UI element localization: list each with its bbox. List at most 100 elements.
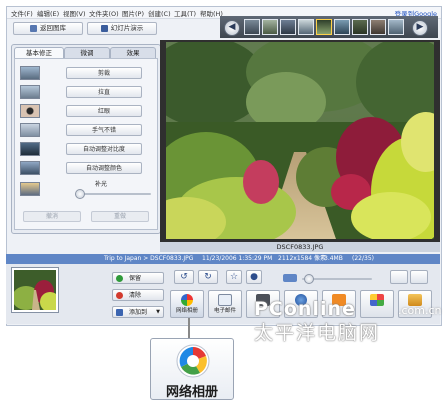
fill-light-label: 补光 xyxy=(95,181,108,188)
email-label: 电子邮件 xyxy=(213,308,236,314)
play-icon xyxy=(100,24,108,32)
rotate-left-button[interactable]: ↺ xyxy=(174,270,194,284)
photo-tray: 保留 清除 添加到 ▼ ↺ ↻ ☆ ● 网络相册 电子邮件 xyxy=(6,264,440,324)
web-album-callout: 网络相册 xyxy=(150,338,234,400)
clear-icon xyxy=(116,292,123,299)
filmstrip-thumb[interactable] xyxy=(280,19,296,35)
callout-label: 网络相册 xyxy=(165,385,218,400)
collage-icon xyxy=(370,294,384,306)
rotate-right-button[interactable]: ↻ xyxy=(198,270,218,284)
collage-button[interactable] xyxy=(360,290,394,318)
zoom-slider-knob[interactable] xyxy=(304,274,314,284)
status-date: 11/23/2006 1:35:29 PM xyxy=(202,255,273,262)
slideshow-button[interactable]: 幻灯片演示 xyxy=(87,22,157,35)
filmstrip: ◀ ▶ xyxy=(220,16,438,38)
undo-button[interactable]: 撤消 xyxy=(23,211,81,222)
filmstrip-thumb[interactable] xyxy=(352,19,368,35)
auto-contrast-button[interactable]: 自动调整对比度 xyxy=(66,143,142,155)
hold-icon xyxy=(116,275,123,282)
fill-light-icon xyxy=(20,182,40,196)
left-arrow-icon[interactable]: ◀ xyxy=(224,20,240,36)
fill-light-slider-knob[interactable] xyxy=(75,189,85,199)
add-to-button[interactable]: 添加到 ▼ xyxy=(112,306,164,318)
status-count: (22/35) xyxy=(352,255,374,262)
left-toolbar: 返回图库 幻灯片演示 xyxy=(11,20,161,42)
red-eye-button[interactable]: 红眼 xyxy=(66,105,142,117)
compare-view-button[interactable] xyxy=(410,270,428,284)
photo-caption: DSCF0833.JPG xyxy=(160,242,440,252)
status-bar: Trip to Japan > DSCF0833.JPG 11/23/2006 … xyxy=(6,254,440,264)
add-to-icon xyxy=(116,309,123,316)
crop-icon xyxy=(20,66,40,80)
filmstrip-thumb[interactable] xyxy=(388,19,404,35)
menu-tools[interactable]: 工具(T) xyxy=(174,8,196,18)
edit-panel: 基本修正 微调 效果 剪裁 拉直 红眼 手气不错 自动调整对比度 自动调整颜色 … xyxy=(11,44,161,234)
watermark-tagline: 太平洋电脑网 xyxy=(254,322,381,344)
status-dimensions: 2112x1584 像素 xyxy=(278,255,326,262)
web-album-label: 网络相册 xyxy=(175,308,198,314)
crop-button[interactable]: 剪裁 xyxy=(66,67,142,79)
filmstrip-thumb-selected[interactable] xyxy=(316,19,332,35)
clear-label: 清除 xyxy=(129,292,142,299)
edit-tabs: 基本修正 微调 效果 xyxy=(14,47,158,58)
redo-button[interactable]: 重做 xyxy=(91,211,149,222)
hold-button[interactable]: 保留 xyxy=(112,272,164,284)
email-button[interactable]: 电子邮件 xyxy=(208,290,242,318)
menu-create[interactable]: 创建(C) xyxy=(148,8,171,18)
fix-row-auto-color: 自动调整颜色 xyxy=(18,160,156,176)
straighten-button[interactable]: 拉直 xyxy=(66,86,142,98)
fix-row-straighten: 拉直 xyxy=(18,84,156,100)
filmstrip-thumb[interactable] xyxy=(334,19,350,35)
menu-edit[interactable]: 编辑(E) xyxy=(37,8,59,18)
single-view-button[interactable] xyxy=(390,270,408,284)
color-icon xyxy=(20,161,40,175)
auto-color-button[interactable]: 自动调整颜色 xyxy=(66,162,142,174)
basic-fixes-body: 剪裁 拉直 红眼 手气不错 自动调整对比度 自动调整颜色 补光 撤消 重做 xyxy=(14,58,158,230)
menu-picture[interactable]: 图片(P) xyxy=(122,8,144,18)
photo xyxy=(166,42,434,239)
chevron-down-icon: ▼ xyxy=(156,309,160,315)
zoom-icon xyxy=(283,274,297,282)
contrast-icon xyxy=(20,142,40,156)
feeling-lucky-button[interactable]: 手气不错 xyxy=(66,124,142,136)
email-icon xyxy=(218,294,232,306)
watermark-brand: PConline xyxy=(254,298,356,320)
right-arrow-icon[interactable]: ▶ xyxy=(412,20,428,36)
menu-view[interactable]: 视图(V) xyxy=(63,8,86,18)
hold-label: 保留 xyxy=(129,275,142,282)
fix-row-crop: 剪裁 xyxy=(18,65,156,81)
jungle-path-photo xyxy=(166,42,434,239)
web-album-icon xyxy=(181,294,193,306)
tray-photo xyxy=(14,270,56,310)
tab-effects[interactable]: 效果 xyxy=(110,47,156,58)
back-icon xyxy=(30,24,37,32)
clear-button[interactable]: 清除 xyxy=(112,289,164,301)
fill-light-slider[interactable] xyxy=(75,193,151,195)
web-album-icon xyxy=(176,344,210,378)
filmstrip-thumb[interactable] xyxy=(262,19,278,35)
filmstrip-thumb[interactable] xyxy=(298,19,314,35)
filmstrip-thumb[interactable] xyxy=(244,19,260,35)
fix-row-feeling-lucky: 手气不错 xyxy=(18,122,156,138)
status-size: 3.4MB xyxy=(324,255,343,262)
fix-row-auto-contrast: 自动调整对比度 xyxy=(18,141,156,157)
tab-basic-fixes[interactable]: 基本修正 xyxy=(14,47,64,58)
red-eye-icon xyxy=(20,104,40,118)
filmstrip-thumb[interactable] xyxy=(370,19,386,35)
star-button[interactable]: ☆ xyxy=(226,270,242,284)
tray-thumbnail[interactable] xyxy=(12,268,58,312)
photo-viewer xyxy=(160,40,440,242)
back-label: 返回图库 xyxy=(40,24,66,32)
lucky-icon xyxy=(20,123,40,137)
menu-file[interactable]: 文件(F) xyxy=(11,8,33,18)
tab-tuning[interactable]: 微调 xyxy=(64,47,110,58)
watermark-domain: .com.cn xyxy=(398,304,442,317)
menu-folder[interactable]: 文件夹(O) xyxy=(89,8,119,18)
web-album-button[interactable]: 网络相册 xyxy=(170,290,204,318)
status-album: Trip to Japan > DSCF0833.JPG xyxy=(104,255,194,262)
add-to-label: 添加到 xyxy=(129,309,148,316)
back-to-library-button[interactable]: 返回图库 xyxy=(13,22,83,35)
slideshow-label: 幻灯片演示 xyxy=(110,24,144,32)
callout-pointer xyxy=(188,318,190,338)
tag-button[interactable]: ● xyxy=(246,270,262,284)
